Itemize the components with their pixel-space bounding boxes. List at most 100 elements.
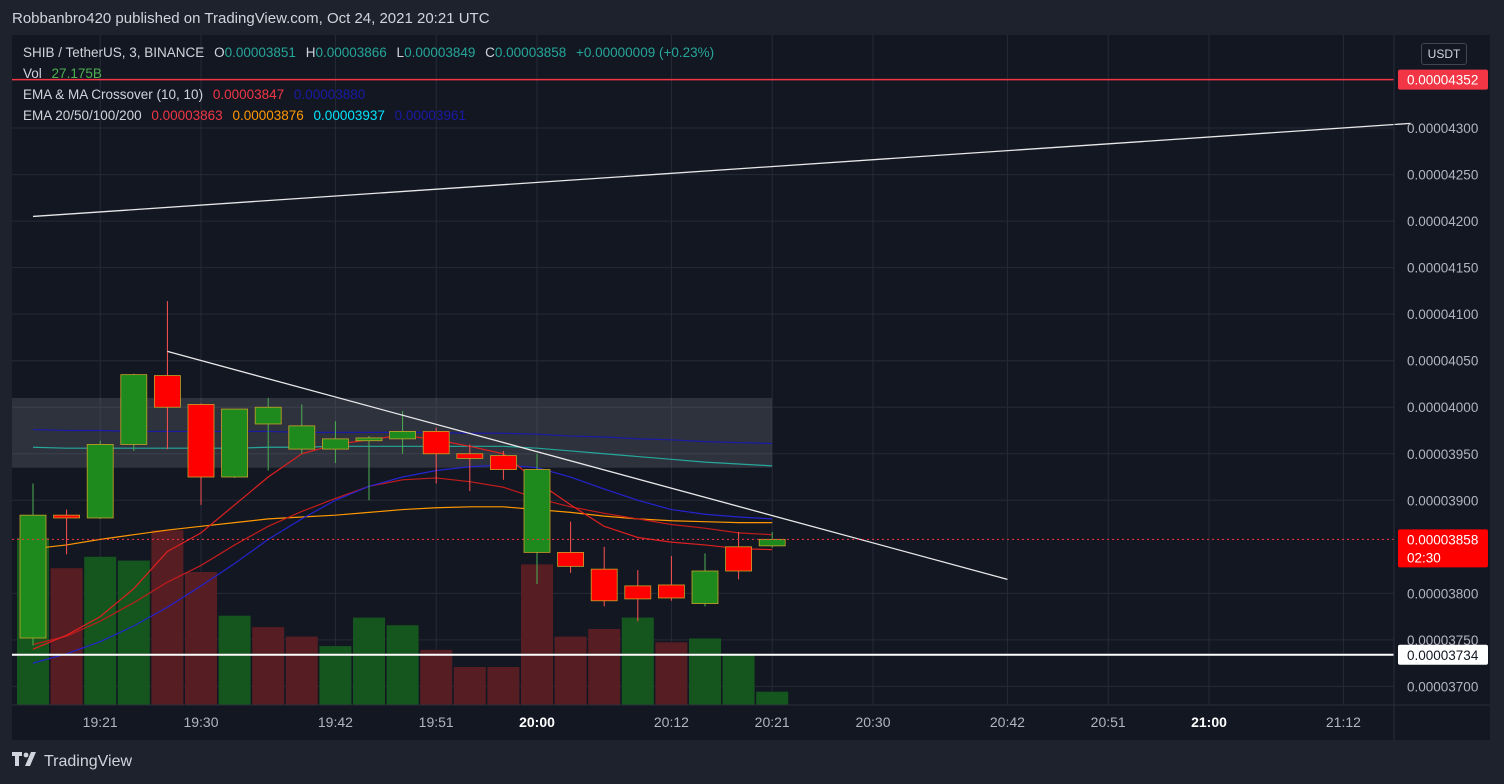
volume-bar bbox=[487, 667, 520, 705]
volume-bar bbox=[386, 625, 419, 705]
candle-body bbox=[221, 408, 249, 478]
volume-value: 27.175B bbox=[51, 66, 102, 81]
crossover-ema-value: 0.00003847 bbox=[212, 87, 285, 102]
footer-brand-label: TradingView bbox=[44, 752, 133, 770]
x-tick-label: 19:51 bbox=[419, 714, 454, 730]
low-label: L bbox=[396, 45, 405, 60]
close-label: C bbox=[485, 45, 495, 60]
candle-body bbox=[153, 375, 181, 408]
y-tick-label: 0.00004250 bbox=[1407, 168, 1478, 183]
candle-body bbox=[288, 425, 316, 450]
y-tick-label: 0.00003800 bbox=[1407, 586, 1478, 601]
candle-body bbox=[557, 551, 584, 567]
ema100-value: 0.00003937 bbox=[313, 108, 385, 123]
candle bbox=[658, 556, 685, 601]
candle-body bbox=[19, 514, 47, 639]
candle-body bbox=[422, 431, 450, 455]
volume-bar bbox=[353, 617, 385, 705]
x-tick-label: 21:00 bbox=[1191, 714, 1227, 730]
ema50-line bbox=[32, 506, 773, 550]
crossover-ma-value: 0.00003880 bbox=[293, 87, 366, 102]
volume-bars bbox=[17, 530, 789, 705]
x-tick-label: 20:00 bbox=[519, 714, 555, 730]
volume-bar bbox=[185, 572, 217, 705]
y-tick-label: 0.00003700 bbox=[1407, 679, 1478, 694]
grid-lines bbox=[12, 35, 1394, 705]
x-tick-label: 20:21 bbox=[755, 714, 790, 730]
candle bbox=[187, 403, 215, 505]
candle-body bbox=[355, 437, 383, 442]
volume-bar bbox=[621, 617, 654, 705]
x-tick-label: 20:42 bbox=[990, 714, 1025, 730]
volume-bar bbox=[218, 615, 251, 705]
candle-body bbox=[187, 404, 215, 478]
candle-body bbox=[624, 585, 652, 600]
ema-label[interactable]: EMA 20/50/100/200 bbox=[23, 108, 142, 123]
candle-body bbox=[523, 469, 551, 553]
candle-body bbox=[725, 546, 752, 572]
candle-body bbox=[86, 444, 114, 519]
high-value: 0.00003866 bbox=[315, 45, 387, 60]
candle bbox=[691, 553, 719, 607]
open-label: O bbox=[214, 45, 225, 60]
crossover-label[interactable]: EMA & MA Crossover (10, 10) bbox=[23, 87, 203, 102]
candle-body bbox=[758, 538, 786, 547]
volume-bar bbox=[655, 642, 688, 705]
candle-body bbox=[456, 453, 484, 459]
legend-volume-row: Vol 27.175B bbox=[23, 66, 108, 81]
legend-ema-row: EMA 20/50/100/200 0.00003863 0.00003876 … bbox=[23, 108, 472, 123]
price-chart[interactable]: 0.00004300 0.00004250 0.00004200 0.00004150… bbox=[12, 35, 1490, 740]
chart-frame[interactable]: 0.00004300 0.00004250 0.00004200 0.00004150… bbox=[12, 35, 1490, 740]
alert-price-tag-text: 0.00004352 bbox=[1407, 73, 1478, 88]
high-label: H bbox=[305, 45, 316, 60]
ascending-trendline bbox=[32, 122, 1411, 218]
volume-bar bbox=[521, 564, 553, 705]
volume-bar bbox=[117, 560, 150, 705]
y-tick-label: 0.00004000 bbox=[1407, 400, 1478, 415]
low-value: 0.00003849 bbox=[404, 45, 476, 60]
y-tick-label: 0.00004150 bbox=[1407, 261, 1478, 276]
y-tick-label: 0.00004100 bbox=[1407, 307, 1478, 322]
last-price-tag-countdown: 02:30 bbox=[1407, 550, 1441, 565]
volume-bar bbox=[689, 638, 721, 705]
candle bbox=[221, 408, 249, 478]
volume-bar bbox=[453, 667, 486, 705]
x-tick-label: 20:51 bbox=[1091, 714, 1126, 730]
candle bbox=[489, 450, 517, 480]
footer-brand[interactable]: TradingView bbox=[12, 752, 132, 771]
candle bbox=[120, 373, 148, 451]
publish-header: Robbanbro420 published on TradingView.co… bbox=[12, 10, 490, 27]
ema50-value: 0.00003876 bbox=[232, 108, 304, 123]
y-tick-label: 0.00004200 bbox=[1407, 214, 1478, 229]
volume-label[interactable]: Vol bbox=[23, 66, 42, 81]
volume-bar bbox=[588, 629, 621, 705]
candle bbox=[86, 440, 114, 519]
candle-body bbox=[120, 374, 148, 445]
candle-body bbox=[53, 514, 80, 519]
y-tick-label: 0.00003950 bbox=[1407, 447, 1478, 462]
y-tick-label: 0.00004300 bbox=[1407, 121, 1478, 136]
candle-body bbox=[691, 570, 719, 604]
candle-body bbox=[590, 568, 618, 602]
volume-bar bbox=[151, 530, 184, 705]
last-price-tag-text: 0.00003858 bbox=[1407, 532, 1478, 547]
candle bbox=[590, 546, 618, 607]
x-tick-label: 20:30 bbox=[855, 714, 890, 730]
volume-bar bbox=[252, 627, 285, 705]
change-value: +0.00000009 (+0.23%) bbox=[576, 45, 715, 60]
x-tick-label: 20:12 bbox=[654, 714, 689, 730]
close-value: 0.00003858 bbox=[494, 45, 567, 60]
x-tick-label: 19:21 bbox=[83, 714, 118, 730]
x-tick-label: 19:30 bbox=[183, 714, 218, 730]
candle-body bbox=[321, 438, 349, 450]
volume-bar bbox=[756, 691, 789, 705]
candle bbox=[557, 521, 584, 573]
ema200-value: 0.00003961 bbox=[394, 108, 466, 123]
currency-button[interactable]: USDT bbox=[1421, 43, 1467, 65]
y-tick-label: 0.00003900 bbox=[1407, 493, 1478, 508]
volume-bar bbox=[420, 649, 453, 705]
ema20-value: 0.00003863 bbox=[151, 108, 223, 123]
symbol-label[interactable]: SHIB / TetherUS, 3, BINANCE bbox=[23, 45, 204, 60]
volume-bar bbox=[722, 653, 755, 705]
candle bbox=[19, 483, 47, 646]
